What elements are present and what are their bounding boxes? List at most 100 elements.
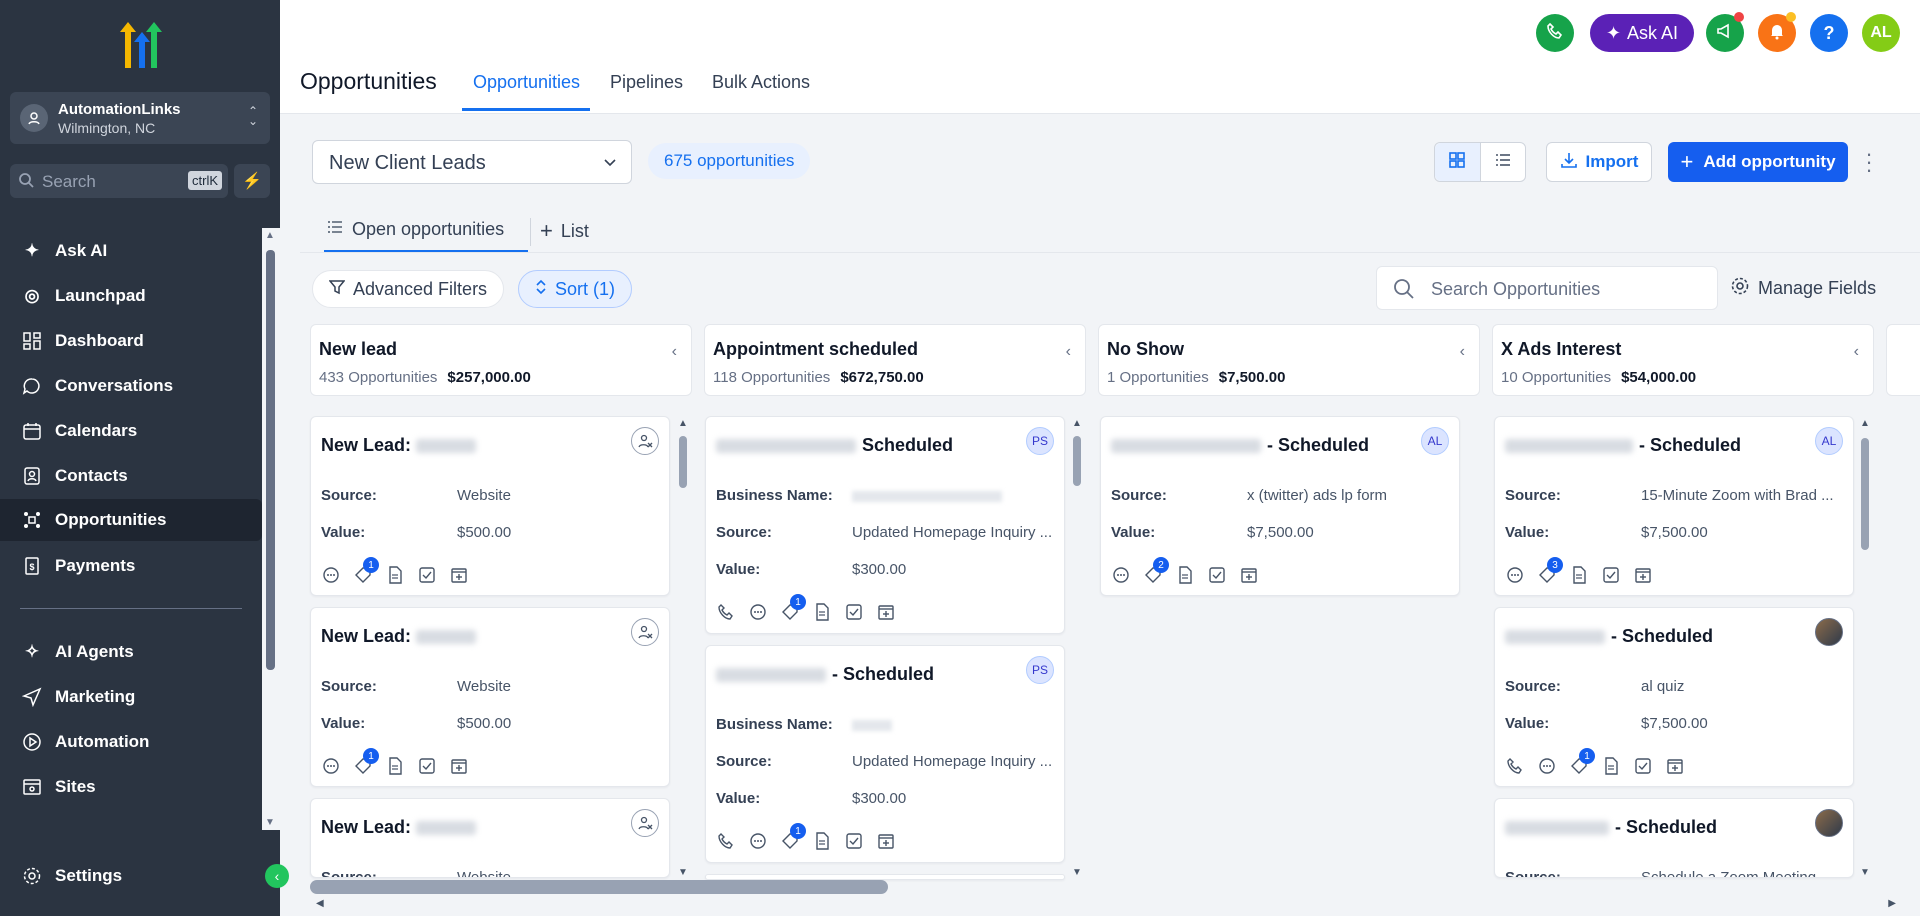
chat-icon[interactable] <box>748 602 768 622</box>
opportunity-card[interactable]: New Lead: Source: Website <box>310 798 670 878</box>
sort-button[interactable]: Sort (1) <box>518 270 633 308</box>
ask-ai-button[interactable]: ✦ Ask AI <box>1590 14 1694 52</box>
tag-icon[interactable]: 1 <box>1569 748 1595 776</box>
assignee-avatar-photo[interactable] <box>1815 809 1843 837</box>
sidebar-item-opportunities[interactable]: Opportunities <box>0 499 262 541</box>
phone-icon[interactable] <box>716 602 736 622</box>
checkbox-icon[interactable] <box>417 565 437 585</box>
calendar-add-icon[interactable] <box>1665 756 1685 776</box>
search-opportunities-input[interactable]: Search Opportunities <box>1376 266 1718 310</box>
opportunity-card[interactable]: - Scheduled PS Business Name: Source: Upd… <box>705 645 1065 863</box>
manage-fields-button[interactable]: Manage Fields <box>1730 276 1876 301</box>
opportunity-card[interactable]: New Lead: Source: Website Value: $500.00 1 <box>310 607 670 787</box>
assign-user-icon[interactable] <box>631 809 659 837</box>
user-avatar[interactable]: AL <box>1862 14 1900 52</box>
collapse-sidebar-button[interactable]: ‹ <box>265 864 289 888</box>
chat-icon[interactable] <box>748 831 768 851</box>
assignee-avatar[interactable]: AL <box>1421 427 1449 455</box>
tag-icon[interactable]: 2 <box>1143 557 1169 585</box>
checkbox-icon[interactable] <box>844 602 864 622</box>
phone-icon[interactable] <box>716 831 736 851</box>
scroll-right-icon[interactable]: ▶ <box>1888 898 1896 909</box>
add-opportunity-button[interactable]: + Add opportunity <box>1668 142 1848 182</box>
scrollbar-thumb[interactable] <box>1861 438 1869 550</box>
scroll-down-icon[interactable]: ▼ <box>678 867 688 878</box>
scroll-down-icon[interactable]: ▼ <box>1860 867 1870 878</box>
assign-user-icon[interactable] <box>631 618 659 646</box>
sidebar-item-ask-ai[interactable]: ✦ Ask AI <box>0 230 262 272</box>
column-scrollbar[interactable]: ▲ ▼ <box>676 418 690 878</box>
help-button[interactable]: ? <box>1810 14 1848 52</box>
chevron-left-icon[interactable]: ‹ <box>1066 343 1071 361</box>
subtab-open-opportunities[interactable]: Open opportunities <box>326 218 504 241</box>
brand-logo[interactable] <box>114 20 168 72</box>
more-options-icon[interactable]: · · · <box>1862 143 1876 181</box>
document-icon[interactable] <box>1569 565 1589 585</box>
scrollbar-thumb[interactable] <box>266 250 275 670</box>
phone-icon[interactable] <box>1505 756 1525 776</box>
scrollbar-thumb[interactable] <box>1073 436 1081 486</box>
opportunity-card[interactable]: - Scheduled AL Source: 15-Minute Zoom wit… <box>1494 416 1854 596</box>
announcements-button[interactable] <box>1706 12 1744 52</box>
checkbox-icon[interactable] <box>1633 756 1653 776</box>
tag-icon[interactable]: 1 <box>353 557 379 585</box>
scrollbar-thumb[interactable] <box>310 880 888 894</box>
scroll-up-icon[interactable]: ▲ <box>1072 418 1082 429</box>
calendar-add-icon[interactable] <box>876 602 896 622</box>
scroll-up-icon[interactable]: ▲ <box>1860 418 1870 429</box>
tag-icon[interactable]: 3 <box>1537 557 1563 585</box>
calendar-add-icon[interactable] <box>876 831 896 851</box>
scroll-left-icon[interactable]: ◀ <box>316 898 324 909</box>
document-icon[interactable] <box>385 565 405 585</box>
document-icon[interactable] <box>812 602 832 622</box>
assign-user-icon[interactable] <box>631 427 659 455</box>
account-switcher[interactable]: AutomationLinks Wilmington, NC ⌃ ⌄ <box>10 92 270 144</box>
document-icon[interactable] <box>812 831 832 851</box>
checkbox-icon[interactable] <box>1207 565 1227 585</box>
tag-icon[interactable]: 1 <box>780 594 806 622</box>
sidebar-item-calendars[interactable]: Calendars <box>0 410 262 452</box>
tab-opportunities[interactable]: Opportunities <box>473 72 580 93</box>
column-scrollbar[interactable]: ▲ ▼ <box>1070 418 1084 878</box>
chat-icon[interactable] <box>321 565 341 585</box>
tab-bulk-actions[interactable]: Bulk Actions <box>712 72 810 93</box>
opportunity-card[interactable]: - Scheduled Source: Schedule a Zoom Meeti… <box>1494 798 1854 878</box>
notifications-button[interactable] <box>1758 12 1796 52</box>
phone-button[interactable] <box>1536 14 1574 52</box>
assignee-avatar[interactable]: PS <box>1026 427 1054 455</box>
subtab-add-list[interactable]: + List <box>540 218 589 244</box>
board-view-button[interactable] <box>1435 143 1481 181</box>
opportunity-card[interactable]: - Scheduled Source: al quiz Value: $7,500.… <box>1494 607 1854 787</box>
opportunity-card[interactable]: Scheduled PS Business Name: Source: Updat… <box>705 416 1065 634</box>
scroll-down-icon[interactable]: ▼ <box>1072 867 1082 878</box>
tab-pipelines[interactable]: Pipelines <box>610 72 683 93</box>
sidebar-item-sites[interactable]: Sites <box>0 766 262 808</box>
sidebar-item-marketing[interactable]: Marketing <box>0 676 262 718</box>
checkbox-icon[interactable] <box>844 831 864 851</box>
chat-icon[interactable] <box>1505 565 1525 585</box>
scrollbar-thumb[interactable] <box>679 436 687 488</box>
quick-actions-button[interactable]: ⚡ <box>234 164 270 198</box>
sidebar-item-conversations[interactable]: Conversations <box>0 365 262 407</box>
pipeline-select[interactable]: New Client Leads <box>312 140 632 184</box>
list-view-button[interactable] <box>1481 143 1526 181</box>
chevron-left-icon[interactable]: ‹ <box>1854 343 1859 361</box>
sidebar-item-settings[interactable]: Settings <box>0 855 262 897</box>
chat-icon[interactable] <box>1111 565 1131 585</box>
chevron-left-icon[interactable]: ‹ <box>672 343 677 361</box>
calendar-add-icon[interactable] <box>449 565 469 585</box>
column-scrollbar[interactable]: ▲ ▼ <box>1858 418 1872 878</box>
opportunity-card[interactable]: - Scheduled AL Source: x (twitter) ads lp… <box>1100 416 1460 596</box>
document-icon[interactable] <box>385 756 405 776</box>
tag-icon[interactable]: 1 <box>780 823 806 851</box>
document-icon[interactable] <box>1175 565 1195 585</box>
calendar-add-icon[interactable] <box>449 756 469 776</box>
calendar-add-icon[interactable] <box>1633 565 1653 585</box>
sidebar-item-contacts[interactable]: Contacts <box>0 455 262 497</box>
document-icon[interactable] <box>1601 756 1621 776</box>
assignee-avatar[interactable]: PS <box>1026 656 1054 684</box>
advanced-filters-button[interactable]: Advanced Filters <box>312 270 505 308</box>
sidebar-item-dashboard[interactable]: Dashboard <box>0 320 262 362</box>
assignee-avatar[interactable]: AL <box>1815 427 1843 455</box>
tag-icon[interactable]: 1 <box>353 748 379 776</box>
